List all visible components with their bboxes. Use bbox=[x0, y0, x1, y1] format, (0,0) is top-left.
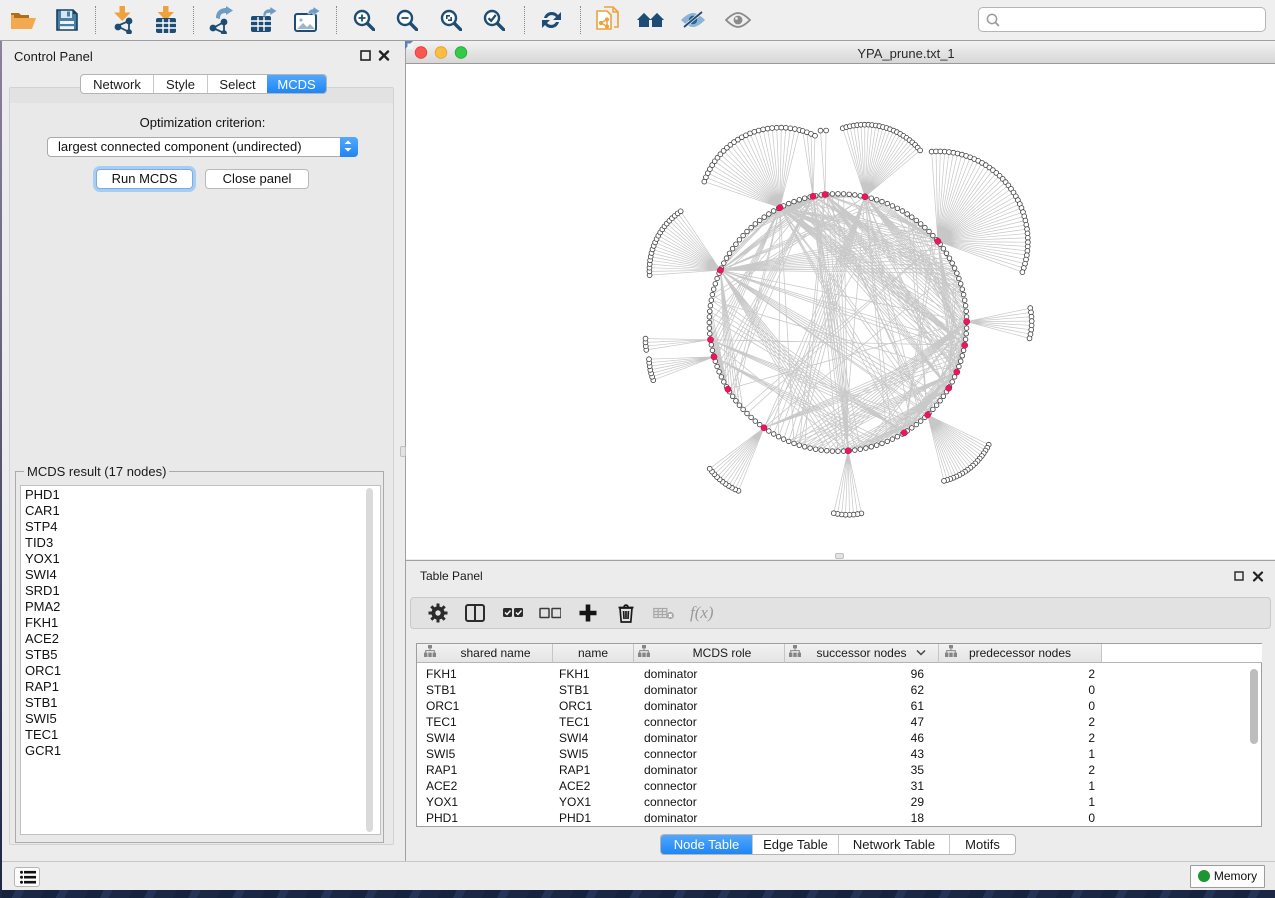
svg-text:f(x): f(x) bbox=[690, 603, 714, 622]
